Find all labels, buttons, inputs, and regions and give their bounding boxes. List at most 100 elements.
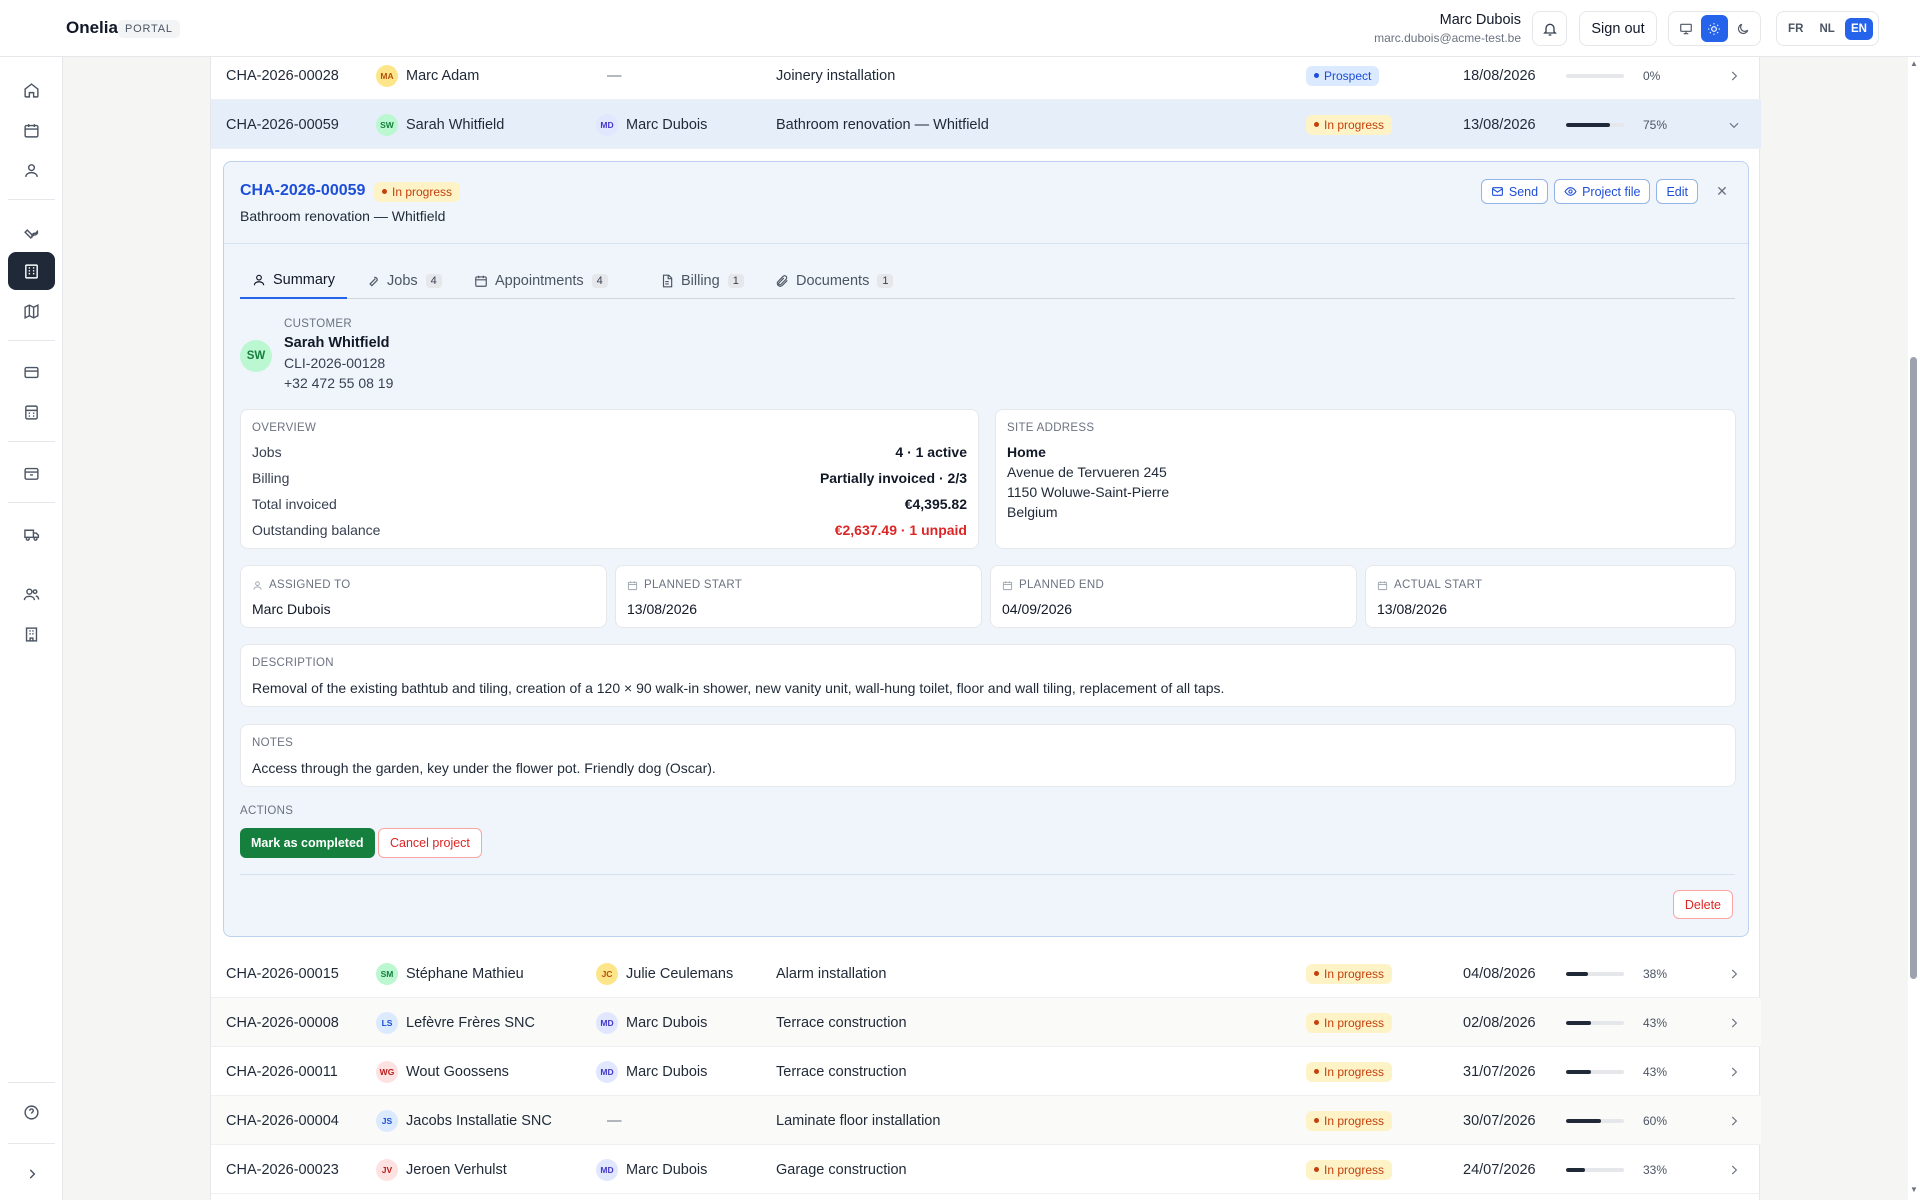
chevron-right-icon[interactable]: [1727, 1047, 1741, 1096]
edit-button[interactable]: Edit: [1656, 179, 1698, 204]
progress-cell: 60%: [1566, 1096, 1667, 1145]
tab-summary[interactable]: Summary: [240, 263, 347, 299]
help-icon[interactable]: [8, 1093, 55, 1131]
sign-out-button[interactable]: Sign out: [1579, 11, 1657, 46]
address-line: Belgium: [1007, 504, 1058, 520]
projects-table: CHA-2026-00028 MA Marc Adam — Joinery instal…: [210, 0, 1761, 1200]
customer-cell: LS Lefèvre Frères SNC: [376, 998, 535, 1047]
project-title: Laminate floor installation: [776, 1112, 941, 1129]
credit-card-icon[interactable]: [8, 353, 55, 391]
project-ref: CHA-2026-00015: [226, 965, 339, 982]
top-bar: Onelia PORTAL Marc Dubois marc.dubois@ac…: [0, 0, 1920, 57]
notifications-button[interactable]: [1532, 11, 1567, 46]
table-row[interactable]: CHA-2026-00004 JS Jacobs Installatie SNC — L…: [211, 1096, 1761, 1145]
tab-billing[interactable]: Billing 1: [660, 263, 744, 299]
assigned-cell: —: [596, 51, 622, 100]
lang-nl[interactable]: NL: [1814, 18, 1841, 40]
customer-avatar: SW: [240, 340, 272, 372]
building-icon[interactable]: [8, 252, 55, 290]
planned-end-card: PLANNED END 04/09/2026: [990, 565, 1357, 628]
monitor-icon[interactable]: [1673, 15, 1700, 42]
chevron-down-icon[interactable]: [1727, 100, 1741, 149]
divider: [240, 874, 1735, 875]
calculator-icon[interactable]: [8, 393, 55, 431]
delete-button[interactable]: Delete: [1672, 890, 1733, 919]
lang-fr[interactable]: FR: [1782, 18, 1809, 40]
calendar-icon: [627, 580, 638, 590]
progress-percent: 75%: [1643, 117, 1668, 132]
project-title: Alarm installation: [776, 965, 887, 982]
sun-icon[interactable]: [1700, 15, 1728, 42]
cancel-project-button[interactable]: Cancel project: [378, 828, 482, 858]
overview-row: Outstanding balance €2,637.49 · 1 unpaid: [252, 522, 967, 538]
table-row[interactable]: CHA-2026-00011 WG Wout Goossens MD Marc Dubo…: [211, 1047, 1761, 1096]
office-building-icon[interactable]: [8, 615, 55, 653]
detail-subtitle: Bathroom renovation — Whitfield: [240, 208, 446, 224]
chevron-right-icon[interactable]: [1727, 1145, 1741, 1194]
home-icon[interactable]: [8, 71, 55, 109]
mark-completed-button[interactable]: Mark as completed: [240, 828, 375, 858]
archive-icon[interactable]: [8, 454, 55, 492]
overview-card: OVERVIEW Jobs 4 · 1 active Billing Partial…: [240, 409, 979, 549]
tab-count: 1: [727, 274, 744, 288]
planned-end-label: PLANNED END: [1002, 579, 1104, 591]
assignee-name: Marc Dubois: [626, 1014, 708, 1031]
actual-start-value: 13/08/2026: [1377, 601, 1448, 617]
sidebar-divider: [8, 199, 55, 200]
chevron-right-icon[interactable]: [1727, 949, 1741, 998]
project-detail-panel: CHA-2026-00059 In progress Bathroom reno…: [223, 161, 1749, 937]
project-title: Bathroom renovation — Whitfield: [776, 116, 989, 133]
table-row[interactable]: CHA-2026-00008 LS Lefèvre Frères SNC MD Marc…: [211, 998, 1761, 1047]
status-badge: In progress: [1306, 1110, 1393, 1131]
customer-label: CUSTOMER: [284, 318, 352, 330]
planned-start-label: PLANNED START: [627, 579, 742, 591]
scroll-down-icon[interactable]: ▼: [1910, 1185, 1918, 1194]
send-button[interactable]: Send: [1480, 179, 1549, 204]
scrollbar[interactable]: ▲ ▼: [1908, 57, 1920, 1200]
progress-cell: 33%: [1566, 1145, 1667, 1194]
map-icon[interactable]: [8, 292, 55, 330]
tab-jobs[interactable]: Jobs 4: [366, 263, 442, 299]
chevron-right-icon[interactable]: [1727, 998, 1741, 1047]
scroll-up-icon[interactable]: ▲: [1910, 59, 1918, 68]
table-row[interactable]: CHA-2026-00023 JV Jeroen Verhulst MD Marc Du…: [211, 1145, 1761, 1194]
person-icon[interactable]: [8, 151, 55, 189]
customer-phone[interactable]: +32 472 55 08 19: [284, 375, 393, 391]
status-badge: Prospect: [1306, 65, 1380, 86]
planned-start-card: PLANNED START 13/08/2026: [615, 565, 982, 628]
progress-cell: 43%: [1566, 998, 1667, 1047]
status-cell: In progress: [1306, 1145, 1393, 1194]
customer-name[interactable]: Sarah Whitfield: [284, 335, 390, 351]
progress-bar: [1566, 971, 1624, 976]
language-switcher: FR NL EN: [1776, 11, 1879, 46]
close-icon[interactable]: ✕: [1712, 183, 1732, 200]
assigned-to-label: ASSIGNED TO: [252, 579, 350, 591]
project-file-button[interactable]: Project file: [1554, 179, 1651, 204]
project-ref: CHA-2026-00023: [226, 1161, 339, 1178]
description-text: Removal of the existing bathtub and tili…: [252, 680, 1225, 696]
tab-count: 4: [591, 274, 608, 288]
table-row[interactable]: CHA-2026-00028 MA Marc Adam — Joinery instal…: [211, 51, 1761, 100]
moon-icon[interactable]: [1729, 15, 1756, 42]
truck-icon[interactable]: [8, 515, 55, 553]
chevron-right-icon[interactable]: [1727, 51, 1741, 100]
tab-documents[interactable]: Documents 1: [775, 263, 894, 299]
project-ref: CHA-2026-00028: [226, 67, 339, 84]
chevron-right-icon[interactable]: [1727, 1096, 1741, 1145]
avatar: LS: [376, 1011, 398, 1034]
customer-name: Jacobs Installatie SNC: [406, 1112, 552, 1129]
users-icon[interactable]: [8, 575, 55, 613]
overview-row: Total invoiced €4,395.82: [252, 496, 967, 512]
project-date: 18/08/2026: [1463, 67, 1536, 84]
avatar: SW: [376, 113, 398, 136]
wrench-icon[interactable]: [8, 212, 55, 250]
lang-en[interactable]: EN: [1844, 17, 1873, 40]
scroll-thumb[interactable]: [1910, 357, 1917, 979]
tab-appointments[interactable]: Appointments 4: [474, 263, 608, 299]
chevron-right-icon[interactable]: [8, 1155, 55, 1193]
calendar-icon[interactable]: [8, 111, 55, 149]
calendar-icon: [1002, 580, 1013, 590]
customer-name: Stéphane Mathieu: [406, 965, 524, 982]
table-row[interactable]: CHA-2026-00059 SW Sarah Whitfield MD Marc Du…: [211, 100, 1761, 149]
table-row[interactable]: CHA-2026-00015 SM Stéphane Mathieu JC Julie …: [211, 949, 1761, 998]
